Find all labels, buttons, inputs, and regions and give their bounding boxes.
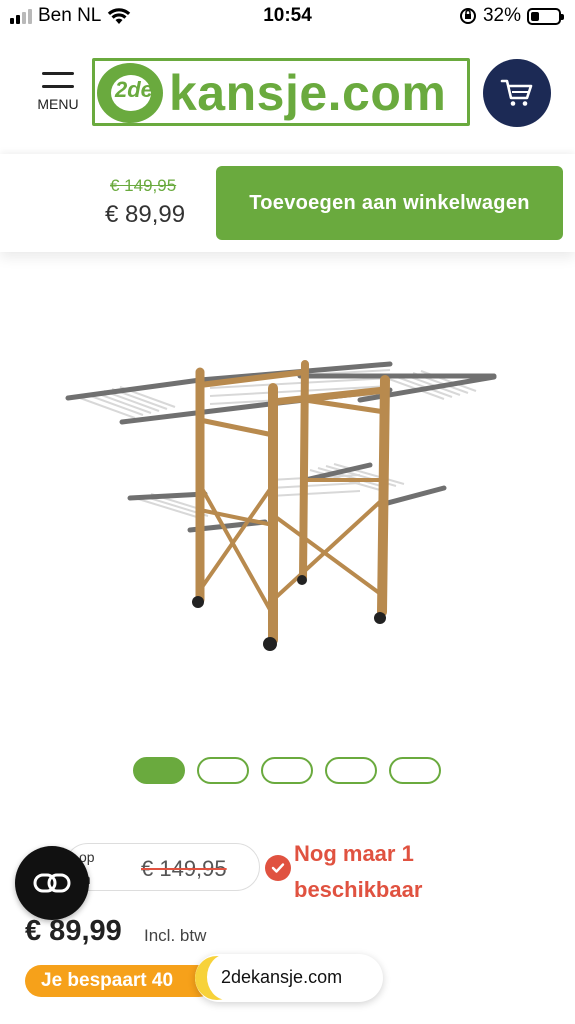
buybar-old-price: € 149,95 (110, 176, 177, 195)
battery-percent: 32% (482, 5, 521, 26)
status-bar: Ben NL 10:54 32% (0, 0, 575, 34)
menu-label: MENU (37, 96, 79, 112)
store-badge-text: 2dekansje.com (221, 967, 343, 987)
drying-rack-illustration (65, 360, 497, 651)
compare-price-pill: op m € 149,95 (64, 843, 260, 891)
stock-notice: Nog maar 1 beschikbaar (294, 836, 422, 908)
gallery-dot-3[interactable] (261, 757, 313, 784)
stock-line-2: beschikbaar (294, 877, 423, 902)
product-price: € 89,99 (25, 915, 122, 947)
cart-button[interactable] (483, 59, 551, 127)
product-page: Ben NL 10:54 32% MENU 2de kansje.com € 1… (0, 0, 575, 1024)
logo-mark: 2de (97, 63, 163, 123)
site-logo[interactable]: 2de kansje.com (92, 58, 470, 126)
logo-text: kansje.com (169, 65, 447, 121)
store-badge[interactable]: 2dekansje.com (195, 954, 383, 1002)
shopping-cart-icon (500, 79, 533, 106)
menu-button[interactable]: MENU (36, 72, 80, 112)
check-icon (265, 855, 291, 881)
gallery-dot-1[interactable] (133, 757, 185, 784)
orientation-lock-icon (459, 8, 476, 24)
site-header: MENU 2de kansje.com (0, 34, 575, 154)
battery-icon (527, 7, 564, 25)
status-right: 32% (459, 5, 564, 27)
gallery-dot-5[interactable] (389, 757, 441, 784)
product-image[interactable] (60, 350, 500, 660)
stock-line-1: Nog maar 1 (294, 841, 414, 866)
chat-widget-button[interactable] (15, 846, 89, 920)
savings-badge: Je bespaart 40 (25, 965, 215, 997)
tax-note: Incl. btw (144, 926, 207, 945)
add-to-cart-button[interactable]: Toevoegen aan winkelwagen (216, 166, 563, 240)
compare-old-price: € 149,95 (141, 856, 227, 881)
hamburger-icon (36, 72, 80, 88)
gallery-dot-4[interactable] (325, 757, 377, 784)
sticky-buy-bar: € 149,95 € 89,99 Toevoegen aan winkelwag… (0, 154, 575, 252)
gallery-pagination (133, 757, 441, 784)
gallery-dot-2[interactable] (197, 757, 249, 784)
chat-link-icon (33, 873, 71, 893)
buybar-price: € 89,99 (105, 201, 186, 228)
